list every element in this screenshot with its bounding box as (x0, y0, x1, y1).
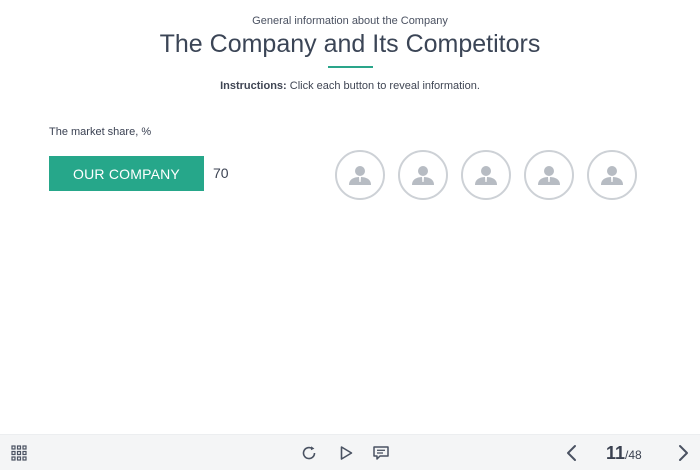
instructions: Instructions: Click each button to revea… (0, 80, 700, 92)
notes-button[interactable] (370, 435, 392, 471)
grid-menu-icon (11, 445, 27, 461)
user-avatar-icon (412, 166, 434, 185)
previous-slide-button[interactable] (561, 435, 583, 471)
market-share-label: The market share, % (49, 126, 152, 138)
slide-subtitle: General information about the Company (252, 15, 448, 27)
our-company-button[interactable]: OUR COMPANY (49, 156, 204, 191)
slide: General information about the Company Th… (0, 0, 700, 434)
current-page: 11 (606, 443, 626, 463)
player-control-bar: 11/48 (0, 434, 700, 470)
competitor-button-3[interactable] (461, 150, 511, 200)
slide-title: The Company and Its Competitors (159, 30, 541, 58)
page-counter: 11/48 (606, 443, 642, 464)
user-avatar-icon (349, 166, 371, 185)
total-pages: /48 (625, 448, 642, 462)
competitor-buttons (335, 150, 637, 200)
chevron-left-icon (567, 445, 576, 461)
competitor-button-1[interactable] (335, 150, 385, 200)
replay-button[interactable] (298, 435, 320, 471)
competitor-button-4[interactable] (524, 150, 574, 200)
play-icon (340, 446, 353, 460)
instructions-label: Instructions: (220, 80, 287, 92)
our-company-share-value: 70 (213, 165, 229, 181)
user-avatar-icon (475, 166, 497, 185)
title-underline (328, 66, 373, 68)
play-button[interactable] (335, 435, 357, 471)
user-avatar-icon (538, 166, 560, 185)
next-slide-button[interactable] (672, 435, 694, 471)
chevron-right-icon (679, 445, 688, 461)
competitor-button-2[interactable] (398, 150, 448, 200)
user-avatar-icon (601, 166, 623, 185)
notes-icon (373, 446, 389, 460)
replay-icon (302, 446, 316, 460)
menu-button[interactable] (8, 435, 30, 471)
competitor-button-5[interactable] (587, 150, 637, 200)
instructions-text: Click each button to reveal information. (286, 80, 480, 92)
